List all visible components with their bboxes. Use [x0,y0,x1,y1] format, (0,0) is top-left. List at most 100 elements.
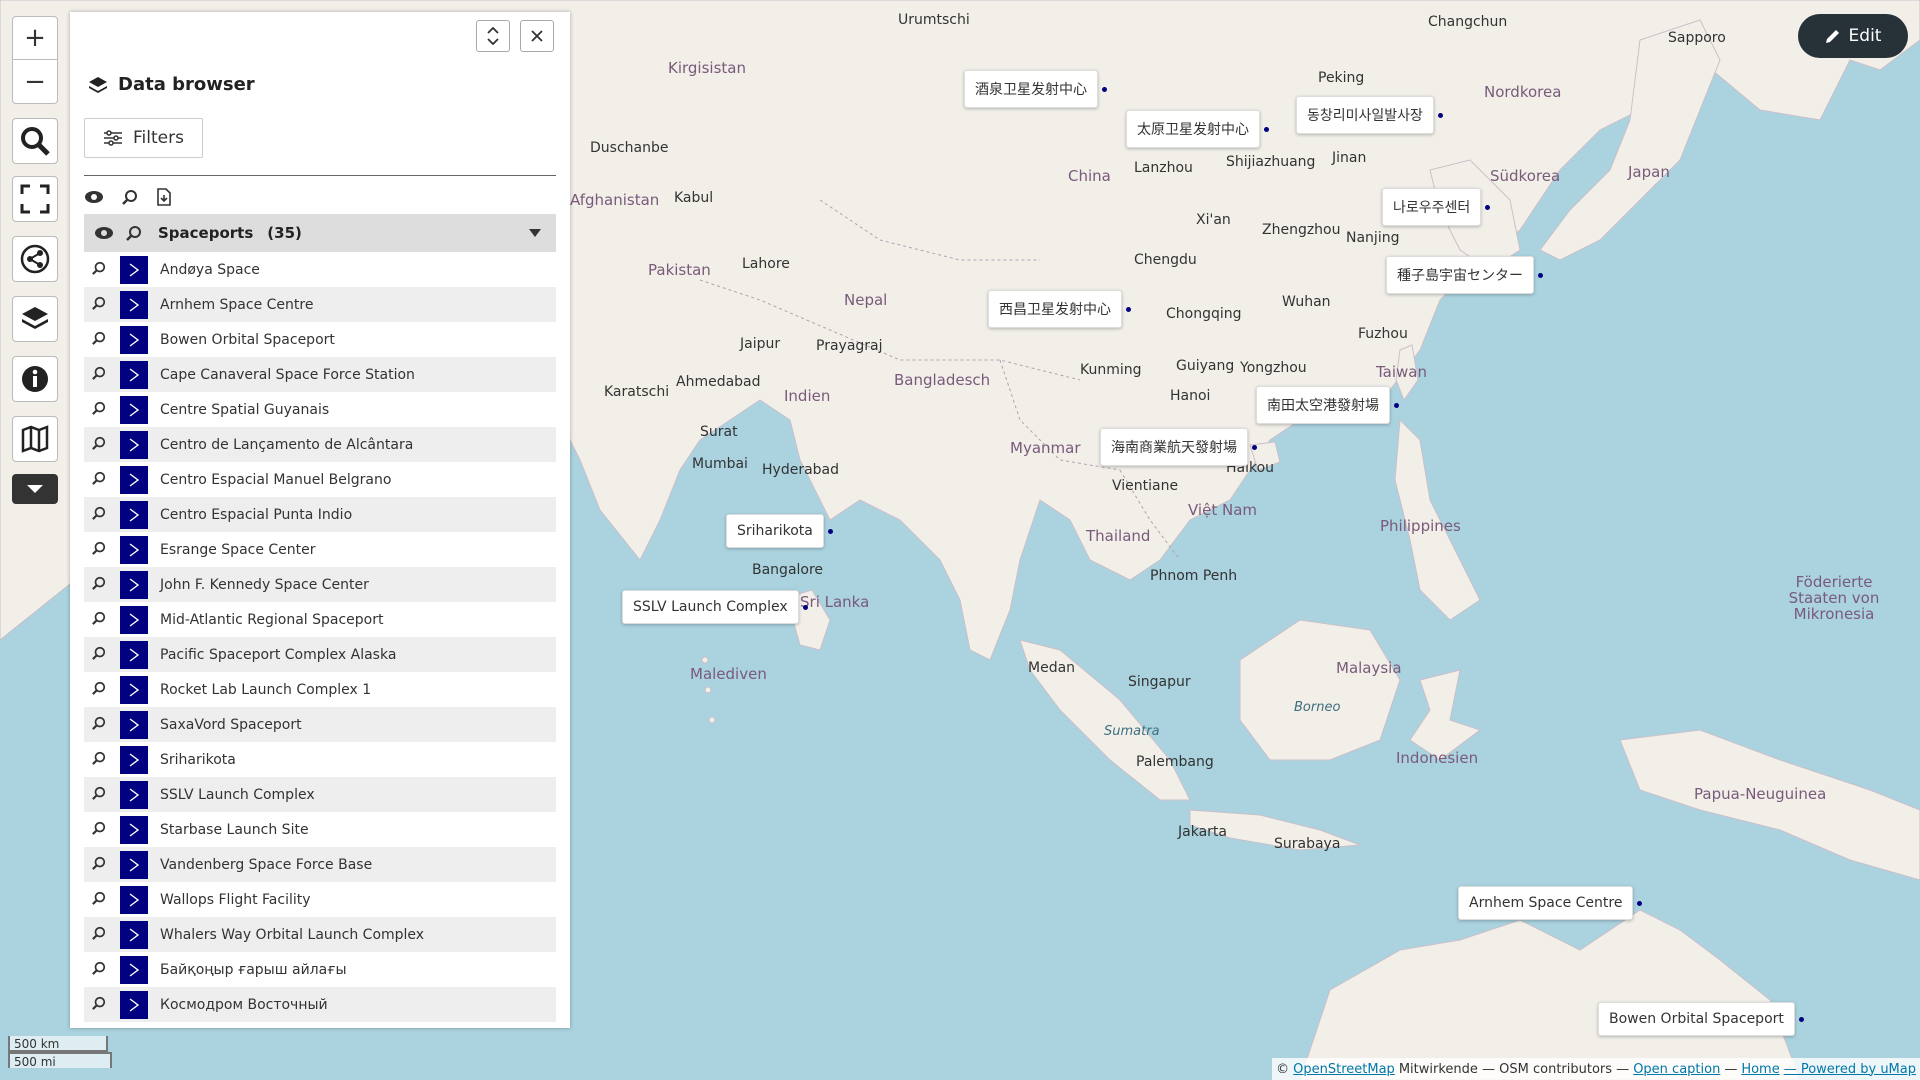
feature-row[interactable]: Rocket Lab Launch Complex 1 [84,672,556,707]
zoom-to-feature-icon[interactable] [84,436,114,454]
feature-row[interactable]: Cape Canaveral Space Force Station [84,357,556,392]
open-caption-link[interactable]: Open caption [1633,1062,1720,1077]
more-controls-button[interactable] [12,474,58,504]
feature-row[interactable]: Andøya Space [84,252,556,287]
feature-name[interactable]: Starbase Launch Site [160,822,309,838]
powered-by-link[interactable]: — Powered by uMap [1784,1062,1916,1077]
feature-row[interactable]: Mid-Atlantic Regional Spaceport [84,602,556,637]
feature-row[interactable]: Starbase Launch Site [84,812,556,847]
feature-row[interactable]: Bowen Orbital Spaceport [84,322,556,357]
osm-link[interactable]: OpenStreetMap [1293,1062,1395,1077]
feature-row[interactable]: Whalers Way Orbital Launch Complex [84,917,556,952]
map-marker-label[interactable]: 나로우주센터 [1382,188,1491,226]
feature-row[interactable]: Pacific Spaceport Complex Alaska [84,637,556,672]
filters-button[interactable]: Filters [84,118,203,158]
feature-row[interactable]: Vandenberg Space Force Base [84,847,556,882]
zoom-to-feature-icon[interactable] [84,891,114,909]
map-marker-label[interactable]: 南田太空港發射場 [1256,386,1399,424]
feature-row[interactable]: Sriharikota [84,742,556,777]
zoom-to-feature-icon[interactable] [84,261,114,279]
feature-row[interactable]: Esrange Space Center [84,532,556,567]
search-button[interactable] [12,118,58,164]
map-marker-label[interactable]: Sriharikota [726,514,833,548]
feature-row[interactable]: Centre Spatial Guyanais [84,392,556,427]
feature-name[interactable]: Pacific Spaceport Complex Alaska [160,647,396,663]
zoom-to-feature-icon[interactable] [84,576,114,594]
download-icon[interactable] [156,188,172,206]
home-link[interactable]: Home [1741,1062,1779,1077]
map-marker-label[interactable]: SSLV Launch Complex [622,590,808,624]
edit-button[interactable]: Edit [1798,14,1908,58]
feature-name[interactable]: Космодром Восточный [160,997,328,1013]
zoom-to-all-icon[interactable] [122,189,138,205]
zoom-to-feature-icon[interactable] [84,786,114,804]
feature-name[interactable]: Arnhem Space Centre [160,297,313,313]
zoom-to-feature-icon[interactable] [84,611,114,629]
zoom-to-feature-icon[interactable] [84,716,114,734]
feature-name[interactable]: Centro Espacial Manuel Belgrano [160,472,391,488]
map-marker-label[interactable]: 酒泉卫星发射中心 [964,70,1107,108]
zoom-to-feature-icon[interactable] [84,996,114,1014]
feature-name[interactable]: Mid-Atlantic Regional Spaceport [160,612,384,628]
zoom-in-button[interactable]: + [12,16,58,60]
toggle-all-visibility-icon[interactable] [84,190,104,204]
zoom-to-feature-icon[interactable] [84,926,114,944]
eye-icon[interactable] [94,226,114,240]
zoom-out-button[interactable]: − [12,60,58,104]
zoom-to-feature-icon[interactable] [84,856,114,874]
info-button[interactable] [12,356,58,402]
zoom-to-feature-icon[interactable] [84,401,114,419]
feature-name[interactable]: Centro Espacial Punta Indio [160,507,352,523]
feature-row[interactable]: SaxaVord Spaceport [84,707,556,742]
feature-row[interactable]: Wallops Flight Facility [84,882,556,917]
fullscreen-button[interactable] [12,176,58,222]
map-marker-label[interactable]: 西昌卫星发射中心 [988,290,1131,328]
feature-name[interactable]: John F. Kennedy Space Center [160,577,369,593]
map-marker-label[interactable]: Bowen Orbital Spaceport [1598,1002,1804,1036]
layer-header-spaceports[interactable]: Spaceports (35) [84,214,556,252]
zoom-to-feature-icon[interactable] [84,471,114,489]
zoom-to-feature-icon[interactable] [84,751,114,769]
feature-row[interactable]: Centro Espacial Manuel Belgrano [84,462,556,497]
feature-name[interactable]: Wallops Flight Facility [160,892,311,908]
feature-row[interactable]: Centro Espacial Punta Indio [84,497,556,532]
feature-row[interactable]: Arnhem Space Centre [84,287,556,322]
feature-name[interactable]: Bowen Orbital Spaceport [160,332,335,348]
data-browser-button[interactable] [12,416,58,462]
zoom-to-feature-icon[interactable] [84,331,114,349]
feature-name[interactable]: Andøya Space [160,262,260,278]
map-marker-label[interactable]: 種子島宇宙センター [1386,256,1543,294]
feature-name[interactable]: Sriharikota [160,752,236,768]
feature-name[interactable]: Байқоңыр ғарыш айлағы [160,962,347,978]
zoom-to-feature-icon[interactable] [84,541,114,559]
map-marker-label[interactable]: 太原卫星发射中心 [1126,110,1269,148]
zoom-to-feature-icon[interactable] [84,296,114,314]
feature-name[interactable]: SaxaVord Spaceport [160,717,302,733]
feature-row[interactable]: Centro de Lançamento de Alcântara [84,427,556,462]
map-marker-label[interactable]: Arnhem Space Centre [1458,886,1643,920]
feature-name[interactable]: Cape Canaveral Space Force Station [160,367,415,383]
feature-name[interactable]: Centre Spatial Guyanais [160,402,329,418]
map-marker-label[interactable]: 동창리미사일발사장 [1296,96,1443,134]
zoom-to-feature-icon[interactable] [84,646,114,664]
feature-name[interactable]: Vandenberg Space Force Base [160,857,372,873]
zoom-to-feature-icon[interactable] [84,366,114,384]
share-button[interactable] [12,236,58,282]
layers-button[interactable] [12,296,58,342]
zoom-to-feature-icon[interactable] [84,681,114,699]
zoom-to-feature-icon[interactable] [84,961,114,979]
feature-row[interactable]: SSLV Launch Complex [84,777,556,812]
feature-name[interactable]: Rocket Lab Launch Complex 1 [160,682,371,698]
close-panel-button[interactable] [520,20,554,52]
feature-row[interactable]: Байқоңыр ғарыш айлағы [84,952,556,987]
feature-name[interactable]: Esrange Space Center [160,542,316,558]
feature-name[interactable]: Centro de Lançamento de Alcântara [160,437,413,453]
feature-row[interactable]: John F. Kennedy Space Center [84,567,556,602]
feature-name[interactable]: Whalers Way Orbital Launch Complex [160,927,424,943]
resize-panel-button[interactable] [476,20,510,52]
zoom-to-feature-icon[interactable] [84,506,114,524]
feature-name[interactable]: SSLV Launch Complex [160,787,315,803]
chevron-down-icon[interactable] [528,228,542,238]
map-marker-label[interactable]: 海南商業航天發射場 [1100,428,1257,466]
zoom-to-feature-icon[interactable] [84,821,114,839]
